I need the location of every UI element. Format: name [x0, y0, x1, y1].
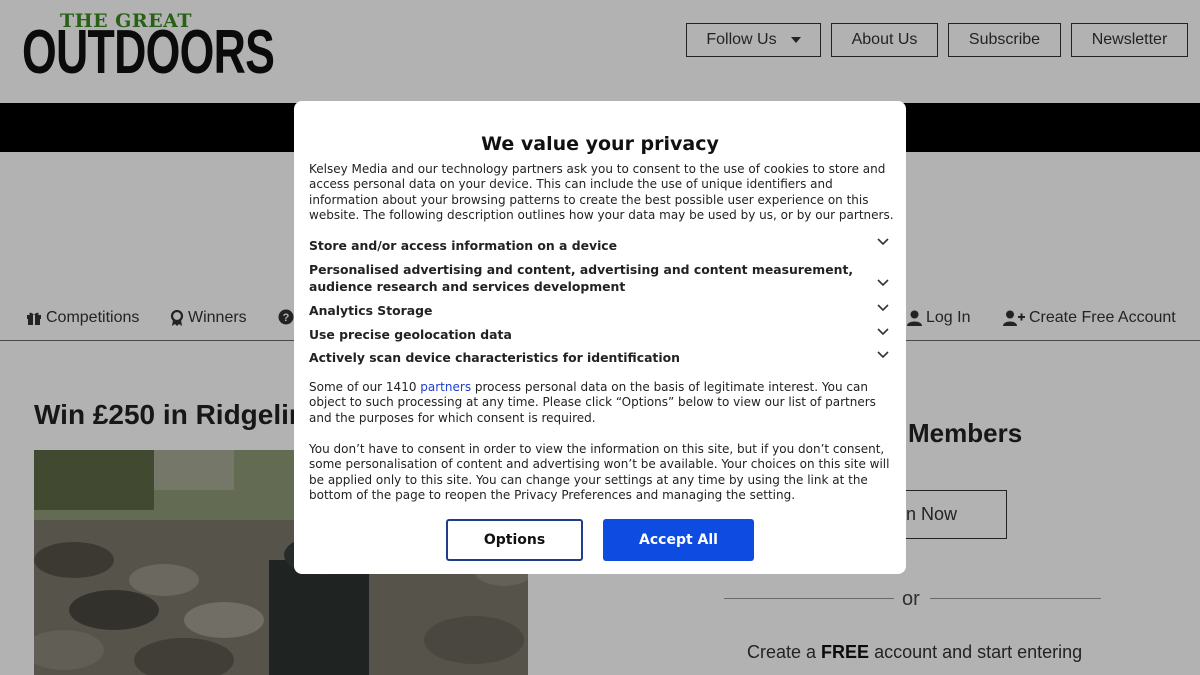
purpose-label: Analytics Storage	[309, 303, 433, 318]
chevron-down-icon	[877, 328, 889, 336]
no-consent-text: You don’t have to consent in order to vi…	[309, 442, 890, 503]
partners-link[interactable]: partners	[420, 380, 471, 394]
purpose-geolocation[interactable]: Use precise geolocation data	[309, 326, 889, 343]
purpose-label: Use precise geolocation data	[309, 327, 512, 342]
purpose-personalised-ads[interactable]: Personalised advertising and content, ad…	[309, 261, 889, 295]
consent-title: We value your privacy	[481, 133, 719, 155]
chevron-down-icon	[877, 279, 889, 287]
purpose-analytics-storage[interactable]: Analytics Storage	[309, 302, 889, 319]
chevron-down-icon	[877, 238, 889, 246]
purpose-store-access[interactable]: Store and/or access information on a dev…	[309, 237, 889, 254]
legit-prefix: Some of our 1410	[309, 380, 421, 394]
chevron-down-icon	[877, 351, 889, 359]
privacy-consent-dialog: We value your privacy Kelsey Media and o…	[294, 101, 906, 574]
purpose-label: Store and/or access information on a dev…	[309, 238, 618, 253]
chevron-down-icon	[877, 304, 889, 312]
options-button[interactable]: Options	[446, 519, 583, 561]
purpose-label: Personalised advertising and content, ad…	[309, 262, 854, 294]
consent-intro: Kelsey Media and our technology partners…	[309, 162, 894, 223]
purpose-label: Actively scan device characteristics for…	[309, 350, 680, 365]
legitimate-interest-text: Some of our 1410 partners process person…	[309, 380, 894, 426]
accept-all-button[interactable]: Accept All	[603, 519, 754, 561]
purpose-device-scan[interactable]: Actively scan device characteristics for…	[309, 349, 889, 366]
